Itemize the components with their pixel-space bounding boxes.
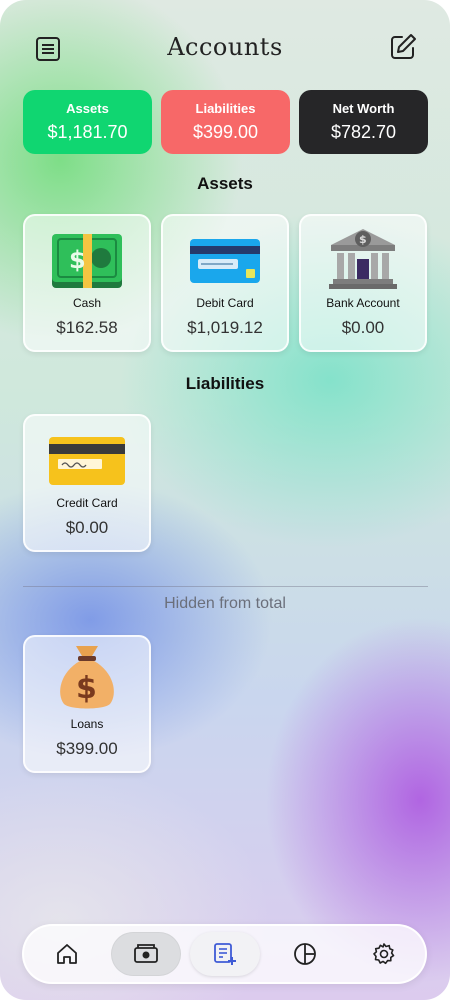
net-worth-summary-value: $782.70 [330, 122, 397, 142]
account-name: Loans [70, 717, 104, 731]
cash-icon: $ [52, 234, 122, 288]
account-amount: $1,019.12 [187, 318, 263, 337]
bank-icon: $ [329, 229, 397, 289]
account-amount: $399.00 [56, 739, 118, 758]
account-amount: $0.00 [65, 518, 109, 537]
nav-add-record[interactable] [190, 932, 260, 976]
liabilities-summary-card[interactable]: Liabilities $399.00 [161, 90, 290, 154]
hidden-section-title: Hidden from total [164, 595, 286, 612]
svg-text:$: $ [76, 671, 97, 706]
liabilities-section-title: Liabilities [185, 374, 265, 393]
account-card-credit-card[interactable]: Credit Card $0.00 [23, 414, 151, 552]
account-name: Bank Account [326, 296, 400, 310]
bottom-nav [22, 924, 427, 984]
summary-cards: Assets $1,181.70 Liabilities $399.00 Net… [23, 90, 428, 154]
wallet-icon [134, 944, 158, 963]
account-name: Credit Card [56, 496, 118, 510]
assets-section-title: Assets [197, 174, 253, 193]
pie-chart-icon [294, 943, 316, 965]
account-card-debit-card[interactable]: Debit Card $1,019.12 [161, 214, 289, 352]
debit-card-icon [190, 239, 260, 283]
home-icon [57, 944, 77, 964]
net-worth-summary-label: Net Worth [332, 101, 395, 116]
nav-home[interactable] [32, 932, 102, 976]
add-record-icon [214, 943, 236, 965]
assets-summary-label: Assets [66, 101, 109, 116]
assets-summary-value: $1,181.70 [47, 122, 128, 142]
edit-icon [391, 34, 416, 59]
account-name: Debit Card [196, 296, 254, 310]
account-card-bank-account[interactable]: $ Bank Account $0.00 [299, 214, 427, 352]
account-amount: $0.00 [341, 318, 385, 337]
page-title: Accounts [167, 33, 283, 61]
nav-settings[interactable] [349, 932, 419, 976]
edit-button[interactable] [386, 30, 420, 64]
account-amount: $162.58 [56, 318, 118, 337]
assets-summary-card[interactable]: Assets $1,181.70 [23, 90, 152, 154]
account-card-cash[interactable]: $ Cash $162.58 [23, 214, 151, 352]
accounts-screen: Accounts Assets $1,181.70 Liabilities $3… [0, 0, 450, 1000]
liabilities-summary-label: Liabilities [195, 101, 256, 116]
account-name: Cash [72, 296, 101, 310]
account-card-loans[interactable]: $ Loans $399.00 [23, 635, 151, 773]
credit-card-icon [49, 437, 125, 485]
money-bag-icon: $ [60, 646, 114, 709]
gear-icon [373, 943, 395, 965]
divider [23, 586, 428, 587]
net-worth-summary-card[interactable]: Net Worth $782.70 [299, 90, 428, 154]
svg-text:$: $ [359, 233, 367, 246]
nav-accounts[interactable] [111, 932, 181, 976]
liabilities-summary-value: $399.00 [192, 122, 259, 142]
nav-statistics[interactable] [270, 932, 340, 976]
svg-text:$: $ [69, 246, 86, 274]
header: Accounts [0, 30, 450, 70]
